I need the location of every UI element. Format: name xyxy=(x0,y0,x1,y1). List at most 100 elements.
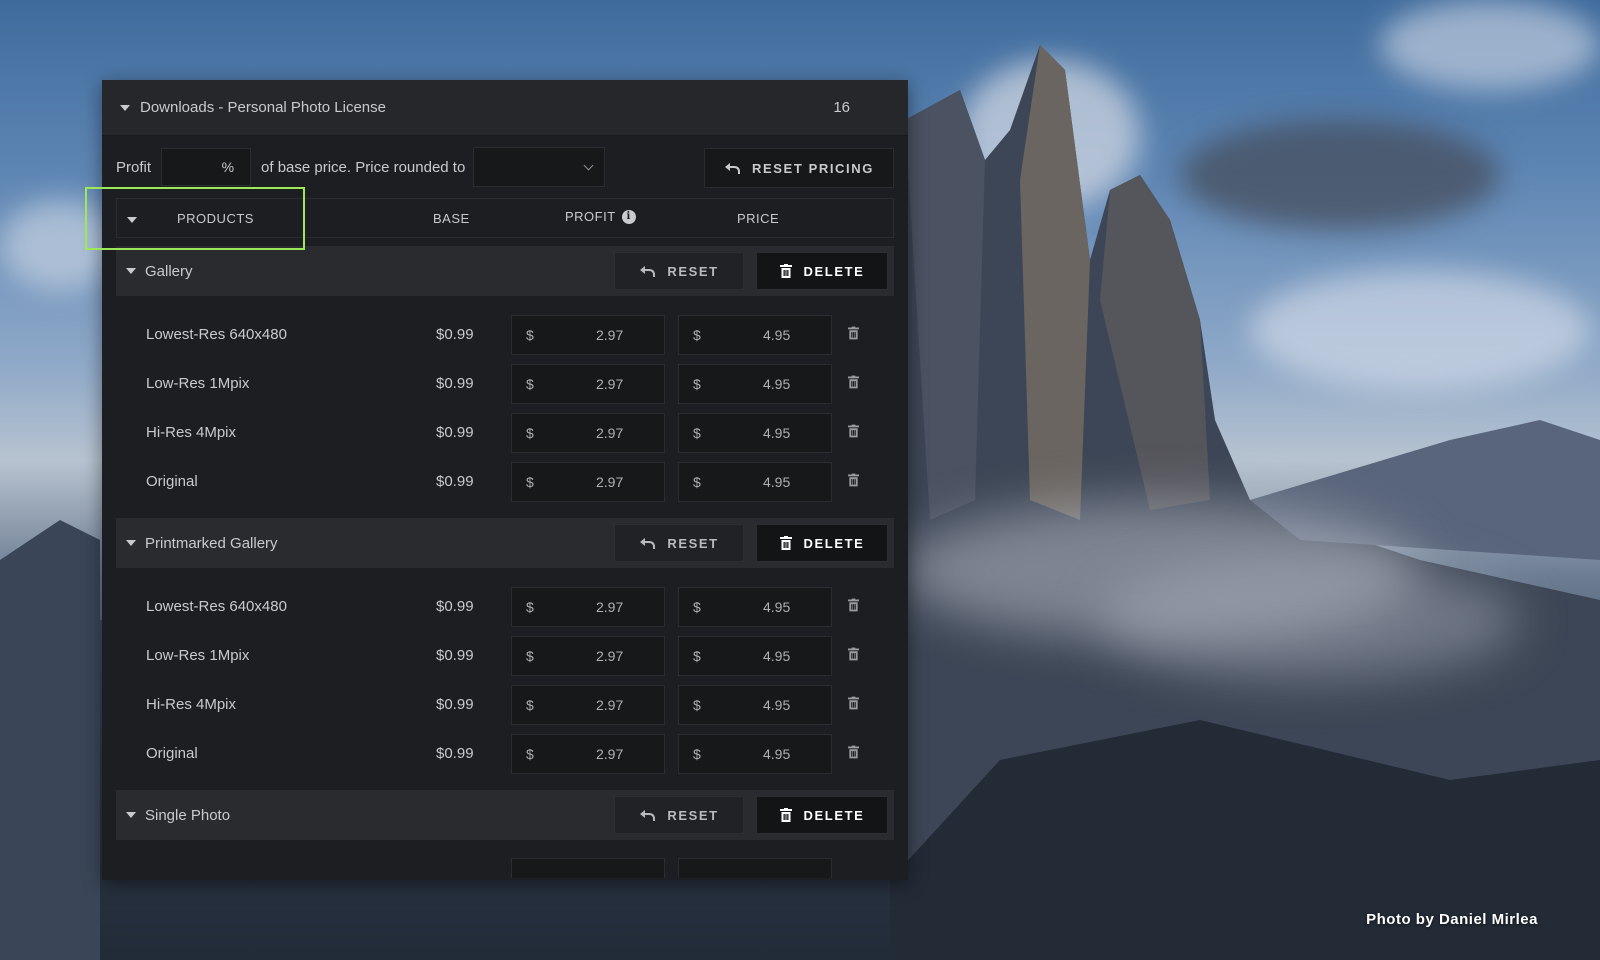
price-input[interactable]: $ 4.95 xyxy=(678,363,832,404)
trash-icon xyxy=(779,536,792,550)
currency-symbol: $ xyxy=(526,473,534,490)
trash-icon[interactable] xyxy=(848,473,859,487)
profit-value: 2.97 xyxy=(596,424,624,441)
price-input[interactable]: $ 4.95 xyxy=(678,586,832,627)
reset-button[interactable]: RESET xyxy=(614,796,744,834)
panel-title: Downloads - Personal Photo License xyxy=(140,99,386,116)
column-header-row: PRODUCTS BASE PROFIT i PRICE xyxy=(116,198,894,238)
profit-value: 2.97 xyxy=(596,745,624,762)
product-row: Original $0.99 $ 2.97 $ 4.95 xyxy=(102,457,908,506)
product-row: Original $0.99 $ 2.97 $ 4.95 xyxy=(102,729,908,778)
group-header[interactable]: Printmarked Gallery RESET DELETE xyxy=(116,518,894,568)
trash-icon[interactable] xyxy=(848,375,859,389)
trash-icon[interactable] xyxy=(848,647,859,661)
reset-label: RESET xyxy=(667,535,719,551)
base-price: $0.99 xyxy=(436,326,474,343)
percent-symbol: % xyxy=(221,159,235,175)
rounding-select[interactable] xyxy=(473,147,606,187)
currency-symbol: $ xyxy=(693,375,701,392)
product-groups: Gallery RESET DELETE Lowest-Res 640x480 … xyxy=(102,246,908,878)
trash-icon xyxy=(779,264,792,278)
currency-symbol: $ xyxy=(526,696,534,713)
delete-label: DELETE xyxy=(803,807,865,823)
profit-percent-input[interactable]: % xyxy=(161,148,252,186)
product-name: Hi-Res 4Mpix xyxy=(146,696,237,713)
info-icon[interactable]: i xyxy=(621,209,636,224)
currency-symbol: $ xyxy=(693,647,701,664)
profit-input[interactable]: $ 2.97 xyxy=(511,733,665,774)
product-rows: Lowest-Res 640x480 $0.99 $ 2.97 $ 4.95 L… xyxy=(102,568,908,782)
price-value: 4.95 xyxy=(763,598,791,615)
price-input[interactable]: $ 4.95 xyxy=(678,733,832,774)
group-header[interactable]: Gallery RESET DELETE xyxy=(116,246,894,296)
product-row: Hi-Res 4Mpix $0.99 $ 2.97 $ 4.95 xyxy=(102,408,908,457)
reset-button[interactable]: RESET xyxy=(614,524,744,562)
product-row: Hi-Res 4Mpix $0.99 $ 2.97 $ 4.95 xyxy=(102,680,908,729)
price-value: 4.95 xyxy=(763,326,791,343)
profit-value: 2.97 xyxy=(596,326,624,343)
group-name: Gallery xyxy=(145,262,193,280)
product-group: Single Photo RESET DELETE xyxy=(102,790,908,878)
currency-symbol: $ xyxy=(526,647,534,664)
collapse-triangle-icon[interactable] xyxy=(126,268,136,274)
product-row-partial xyxy=(102,858,908,878)
delete-button[interactable]: DELETE xyxy=(756,524,888,562)
collapse-triangle-icon[interactable] xyxy=(126,812,136,818)
currency-symbol: $ xyxy=(693,326,701,343)
base-price: $0.99 xyxy=(436,424,474,441)
profit-input[interactable]: $ 2.97 xyxy=(511,412,665,453)
price-input[interactable]: $ 4.95 xyxy=(678,314,832,355)
product-name: Original xyxy=(146,473,198,490)
profit-input[interactable]: $ 2.97 xyxy=(511,586,665,627)
reset-button[interactable]: RESET xyxy=(614,252,744,290)
product-group: Gallery RESET DELETE Lowest-Res 640x480 … xyxy=(102,246,908,510)
price-value: 4.95 xyxy=(763,375,791,392)
price-input[interactable]: $ 4.95 xyxy=(678,635,832,676)
panel-header[interactable]: Downloads - Personal Photo License 16 xyxy=(102,80,908,136)
base-price: $0.99 xyxy=(436,473,474,490)
product-name: Original xyxy=(146,745,198,762)
profit-input[interactable] xyxy=(511,858,665,878)
delete-label: DELETE xyxy=(803,535,865,551)
product-name: Lowest-Res 640x480 xyxy=(146,326,287,343)
profit-settings-row: Profit % of base price. Price rounded to… xyxy=(102,136,908,198)
trash-icon[interactable] xyxy=(848,598,859,612)
trash-icon[interactable] xyxy=(848,696,859,710)
group-header[interactable]: Single Photo RESET DELETE xyxy=(116,790,894,840)
profit-input[interactable]: $ 2.97 xyxy=(511,363,665,404)
trash-icon[interactable] xyxy=(848,326,859,340)
reset-label: RESET xyxy=(667,263,719,279)
currency-symbol: $ xyxy=(526,745,534,762)
product-name: Lowest-Res 640x480 xyxy=(146,598,287,615)
product-row: Low-Res 1Mpix $0.99 $ 2.97 $ 4.95 xyxy=(102,359,908,408)
profit-input[interactable]: $ 2.97 xyxy=(511,314,665,355)
currency-symbol: $ xyxy=(526,326,534,343)
delete-button[interactable]: DELETE xyxy=(756,796,888,834)
base-price: $0.99 xyxy=(436,598,474,615)
price-input[interactable]: $ 4.95 xyxy=(678,461,832,502)
product-rows: Lowest-Res 640x480 $0.99 $ 2.97 $ 4.95 L… xyxy=(102,296,908,510)
currency-symbol: $ xyxy=(526,598,534,615)
price-input[interactable]: $ 4.95 xyxy=(678,412,832,453)
collapse-all-toggle[interactable] xyxy=(127,211,137,226)
profit-input[interactable]: $ 2.97 xyxy=(511,461,665,502)
collapse-triangle-icon[interactable] xyxy=(120,104,130,111)
trash-icon[interactable] xyxy=(848,745,859,759)
base-price: $0.99 xyxy=(436,696,474,713)
undo-icon xyxy=(725,163,741,174)
pricing-panel: Downloads - Personal Photo License 16 Pr… xyxy=(102,80,908,880)
column-base: BASE xyxy=(433,211,470,226)
delete-button[interactable]: DELETE xyxy=(756,252,888,290)
price-value: 4.95 xyxy=(763,647,791,664)
caret-down-icon xyxy=(127,217,137,223)
column-profit-label: PROFIT xyxy=(565,209,616,224)
price-input[interactable] xyxy=(678,858,832,878)
column-products[interactable]: PRODUCTS xyxy=(177,211,254,226)
reset-pricing-button[interactable]: RESET PRICING xyxy=(704,148,894,188)
product-name: Low-Res 1Mpix xyxy=(146,375,250,392)
profit-input[interactable]: $ 2.97 xyxy=(511,684,665,725)
price-input[interactable]: $ 4.95 xyxy=(678,684,832,725)
collapse-triangle-icon[interactable] xyxy=(126,540,136,546)
trash-icon[interactable] xyxy=(848,424,859,438)
profit-input[interactable]: $ 2.97 xyxy=(511,635,665,676)
